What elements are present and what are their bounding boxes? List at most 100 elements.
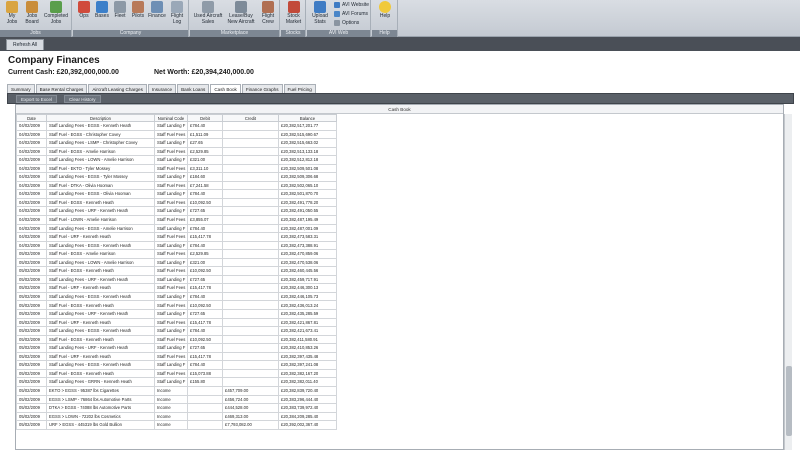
table-row[interactable]: 04/02/2009 Staff Landing Fees - EGSS - Ol… bbox=[16, 189, 337, 199]
tab-cash-book[interactable]: Cash Book bbox=[210, 84, 241, 93]
column-header-date[interactable]: Date bbox=[16, 114, 47, 122]
table-row[interactable]: 05/02/2009 Staff Fuel - URF - Kenneth Hea… bbox=[16, 317, 337, 328]
table-row[interactable]: 05/02/2009 Staff Landing Fees - EGSS - Ke… bbox=[16, 291, 337, 302]
bases-label: Bases bbox=[95, 13, 109, 19]
table-row[interactable]: 04/02/2009 Staff Fuel - LOWN - Amelie Har… bbox=[16, 215, 337, 225]
table-row[interactable]: 04/02/2009 Staff Fuel - EGSS - Amelie Har… bbox=[16, 146, 337, 157]
lease-buy-new-aircraft-button[interactable]: Lease/Buy New Aircraft bbox=[224, 1, 258, 29]
column-header-balance[interactable]: Balance bbox=[278, 114, 337, 122]
cell-description: Staff Fuel - EGSS - Amelie Harrison bbox=[46, 146, 155, 157]
table-row[interactable]: 05/02/2009 Staff Fuel - EGSS - Kenneth He… bbox=[16, 300, 337, 311]
jobs-board-label: Jobs Board bbox=[25, 13, 39, 25]
cell-date: 05/02/2009 bbox=[16, 343, 47, 353]
table-row[interactable]: 05/02/2009 Staff Fuel - URF - Kenneth Hea… bbox=[16, 351, 337, 362]
pilots-button[interactable]: Pilots bbox=[129, 1, 147, 29]
ribbon-group-marketplace: Used Aircraft Sales Lease/Buy New Aircra… bbox=[190, 0, 280, 37]
table-row[interactable]: 04/02/2009 Staff Landing Fees - EGSS - Ty… bbox=[16, 172, 337, 182]
flight-log-button[interactable]: Flight Log bbox=[167, 1, 187, 29]
cell-date: 04/02/2009 bbox=[16, 129, 47, 140]
cell-balance: £20,382,487,001.09 bbox=[278, 223, 337, 234]
cell-debit bbox=[187, 420, 223, 430]
table-row[interactable]: 05/02/2009 EKTO > EGSS - 95387 lbs Cigare… bbox=[16, 385, 337, 396]
table-row[interactable]: 05/02/2009 Staff Landing Fees - GRRN - Ke… bbox=[16, 377, 337, 387]
globe-icon bbox=[334, 1, 340, 8]
help-button[interactable]: Help bbox=[375, 1, 395, 29]
upload-stats-label: Upload Stats bbox=[312, 13, 328, 25]
cell-balance: £20,392,002,367.40 bbox=[278, 420, 337, 430]
table-row[interactable]: 04/02/2009 Staff Fuel - URF - Kenneth Hea… bbox=[16, 232, 337, 242]
table-row[interactable]: 04/02/2009 Staff Fuel - EKTO - Tyler Moss… bbox=[16, 163, 337, 174]
clear-history-button[interactable]: Clear History bbox=[64, 95, 101, 103]
tab-finance-graphs[interactable]: Finance Graphs bbox=[241, 84, 283, 93]
cell-date: 05/02/2009 bbox=[16, 283, 47, 293]
table-row[interactable]: 05/02/2009 Staff Fuel - EGSS - Kenneth He… bbox=[16, 266, 337, 276]
table-row[interactable]: 04/02/2009 Staff Landing Fees - EGSS - Am… bbox=[16, 223, 337, 234]
export-to-excel-button[interactable]: Export to Excel bbox=[16, 95, 57, 103]
options-button[interactable]: Options bbox=[334, 19, 359, 27]
cash-book-toolbar: Export to Excel Clear History bbox=[7, 93, 794, 104]
ops-button[interactable]: Ops bbox=[75, 1, 93, 29]
table-row[interactable]: 04/02/2009 Staff Landing Fees - LOWN - Am… bbox=[16, 155, 337, 165]
flight-crew-button[interactable]: Flight Crew bbox=[258, 1, 278, 29]
ribbon-group-avi-web: Upload Stats AVI Website AVI Forums Opti… bbox=[307, 0, 371, 37]
cell-nominal-code: Staff Fuel Fees bbox=[154, 351, 188, 362]
table-row[interactable]: 05/02/2009 Staff Fuel - EGSS - Kenneth He… bbox=[16, 334, 337, 345]
table-row[interactable]: 04/02/2009 Staff Landing Fees - LSMP - Ch… bbox=[16, 138, 337, 148]
table-row[interactable]: 05/02/2009 Staff Fuel - EGSS - Kenneth He… bbox=[16, 368, 337, 379]
table-row[interactable]: 04/02/2009 Staff Landing Fees - EGSS - Ke… bbox=[16, 240, 337, 251]
used-aircraft-sales-button[interactable]: Used Aircraft Sales bbox=[192, 1, 224, 29]
avi-forums-link[interactable]: AVI Forums bbox=[334, 10, 368, 18]
table-row[interactable]: 05/02/2009 Staff Fuel - URF - Kenneth Hea… bbox=[16, 283, 337, 293]
table-row[interactable]: 05/02/2009 Staff Landing Fees - URF - Ken… bbox=[16, 274, 337, 285]
cell-credit bbox=[222, 326, 279, 336]
table-row[interactable]: 04/02/2009 Staff Landing Fees - EGSS - Ke… bbox=[16, 121, 337, 131]
table-row[interactable]: 04/02/2009 Staff Fuel - EGSS - Kenneth He… bbox=[16, 197, 337, 208]
table-row[interactable]: 05/02/2009 Staff Fuel - EGSS - Amelie Har… bbox=[16, 249, 337, 259]
avi-website-link[interactable]: AVI Website bbox=[334, 1, 369, 9]
column-header-debit[interactable]: Debit bbox=[187, 114, 223, 122]
completed-jobs-button[interactable]: Completed Jobs bbox=[42, 1, 70, 29]
tab-bank-loans[interactable]: Bank Loans bbox=[177, 84, 210, 93]
tab-aircraft-leasing-charges[interactable]: Aircraft Leasing Charges bbox=[88, 84, 147, 93]
table-row[interactable]: 04/02/2009 Staff Fuel - EGSS - Christophe… bbox=[16, 129, 337, 140]
column-header-description[interactable]: Description bbox=[46, 114, 155, 122]
table-row[interactable]: 05/02/2009 Staff Landing Fees - EGSS - Ke… bbox=[16, 326, 337, 336]
table-row[interactable]: 05/02/2009 URF > EGSS - 445319 lbs Gold B… bbox=[16, 420, 337, 430]
jobs-board-button[interactable]: Jobs Board bbox=[22, 1, 42, 29]
table-row[interactable]: 05/02/2009 Staff Landing Fees - URF - Ken… bbox=[16, 343, 337, 353]
fleet-button[interactable]: Fleet bbox=[111, 1, 129, 29]
tab-fuel-pricing[interactable]: Fuel Pricing bbox=[283, 84, 316, 93]
table-row[interactable]: 05/02/2009 DTKA > EGSS - 74088 lbs Automo… bbox=[16, 403, 337, 413]
vertical-scrollbar[interactable] bbox=[784, 114, 792, 450]
finance-button[interactable]: Finance bbox=[147, 1, 167, 29]
table-row[interactable]: 05/02/2009 Staff Landing Fees - LOWN - Am… bbox=[16, 257, 337, 268]
cell-description: Staff Fuel - EGSS - Kenneth Heath bbox=[46, 334, 155, 345]
column-header-nominal-code[interactable]: Nominal Code bbox=[154, 114, 188, 122]
table-row[interactable]: 05/02/2009 EGSS > LOWN - 72202 lbs Cosmet… bbox=[16, 411, 337, 422]
tab-summary[interactable]: Summary bbox=[7, 84, 35, 93]
cell-balance: £20,382,517,201.77 bbox=[278, 121, 337, 131]
tab-insurance[interactable]: Insurance bbox=[147, 84, 177, 93]
refresh-all-tab[interactable]: Refresh All bbox=[6, 39, 45, 50]
table-row[interactable]: 04/02/2009 Staff Fuel - DTKA - Olivia Hoo… bbox=[16, 180, 337, 191]
cell-debit: £727.65 bbox=[187, 309, 223, 319]
scrollbar-thumb[interactable] bbox=[786, 366, 792, 436]
upload-stats-button[interactable]: Upload Stats bbox=[309, 1, 331, 29]
table-row[interactable]: 05/02/2009 EGSS > LSMP - 76864 lbs Automo… bbox=[16, 394, 337, 405]
table-row[interactable]: 05/02/2009 Staff Landing Fees - EGSS - Ke… bbox=[16, 360, 337, 370]
stock-market-button[interactable]: Stock Market bbox=[282, 1, 305, 29]
column-header-credit[interactable]: Credit bbox=[222, 114, 279, 122]
table-row[interactable]: 05/02/2009 Staff Landing Fees - URF - Ken… bbox=[16, 309, 337, 319]
cell-description: Staff Landing Fees - LOWN - Amelie Harri… bbox=[46, 155, 155, 165]
table-row[interactable]: 04/02/2009 Staff Landing Fees - URF - Ken… bbox=[16, 206, 337, 216]
bases-button[interactable]: Bases bbox=[93, 1, 111, 29]
finance-icon bbox=[151, 1, 163, 13]
cell-credit bbox=[222, 189, 279, 199]
cell-description: Staff Landing Fees - EGSS - Amelie Harri… bbox=[46, 223, 155, 234]
cell-nominal-code: Staff Fuel Fees bbox=[154, 163, 188, 174]
cell-date: 04/02/2009 bbox=[16, 189, 47, 199]
tab-base-rental-charges[interactable]: Base Rental Charges bbox=[35, 84, 88, 93]
my-jobs-button[interactable]: My Jobs bbox=[2, 1, 22, 29]
lightbulb-icon bbox=[379, 1, 391, 13]
ribbon-group-jobs: My Jobs Jobs Board Completed Jobs Jobs bbox=[0, 0, 72, 37]
